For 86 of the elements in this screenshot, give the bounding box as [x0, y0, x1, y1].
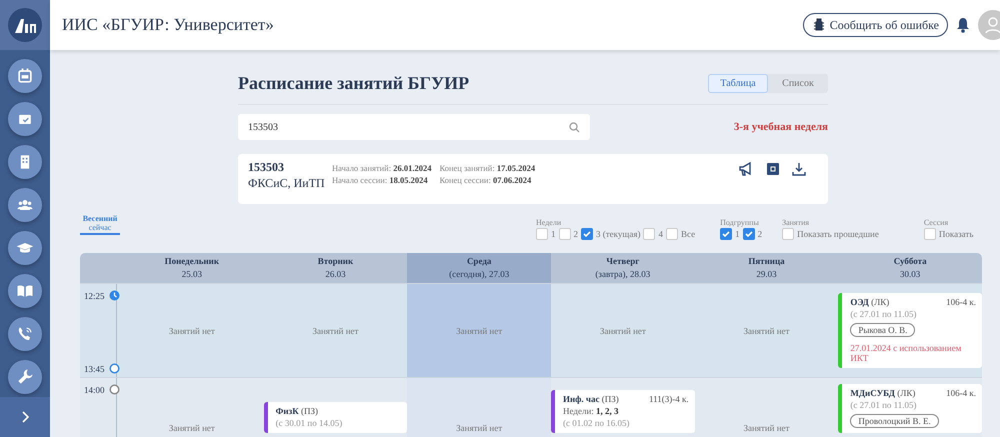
day-header: Среда (сегодня), 27.03 — [407, 253, 551, 283]
checkbox-label: 1 — [551, 229, 556, 239]
room-text: 106-4 к. — [946, 297, 976, 307]
sidebar-button[interactable] — [8, 360, 42, 394]
no-classes-text: Занятий нет — [312, 326, 358, 336]
lesson-title: Инф. час (ПЗ) — [563, 394, 619, 404]
no-classes-text: Занятий нет — [600, 326, 646, 336]
room-text: 111(3)-4 к. — [648, 394, 689, 404]
no-classes-text: Занятий нет — [456, 423, 502, 433]
lesson-title: МДиСУБД (ЛК) — [850, 388, 916, 398]
checkbox-label: 2 — [574, 229, 578, 239]
time-marker-icon — [109, 363, 120, 374]
page-title: Расписание занятий БГУИР — [238, 72, 470, 94]
checkbox-label: Показать прошедшие — [797, 229, 879, 239]
sidebar-button[interactable] — [8, 231, 42, 265]
time-label: 14:00 — [84, 384, 105, 394]
day-header: Пятница 29.03 — [694, 253, 838, 283]
date-info: Конец сессии: 07.06.2024 — [439, 175, 532, 185]
no-classes-text: Занятий нет — [456, 326, 502, 336]
checkbox[interactable] — [581, 228, 593, 240]
logo-icon — [7, 7, 43, 43]
date-range-text: (с 27.01 по 11.05) — [850, 309, 917, 319]
date-info: Конец занятий: 17.05.2024 — [439, 163, 536, 173]
checkbox-label: 4 — [658, 229, 663, 239]
checkbox-label: 1 — [735, 229, 740, 239]
checkbox[interactable] — [666, 228, 678, 240]
group-number: 153503 — [248, 160, 285, 175]
no-classes-text: Занятий нет — [168, 423, 215, 433]
lesson-card[interactable]: ОЭД (ЛК) 106-4 к. (с 27.01 по 11.05) Рыкова О. В. 27.01.2024 с использованием ИКТ — [838, 293, 982, 368]
filter-title: Недели — [536, 218, 562, 227]
teacher-tag[interactable]: Рыкова О. В. — [850, 323, 916, 337]
teacher-tag[interactable]: Проволоцкий В. Е. — [850, 414, 939, 428]
sidebar-button[interactable] — [8, 145, 42, 179]
checkbox-label: Показать — [938, 229, 974, 239]
lesson-card[interactable]: Инф. час (ПЗ) 111(3)-4 к. Недели: 1, 2, 3 (с 01.02 по 16.05) — [551, 390, 695, 433]
no-classes-text: Занятий нет — [743, 423, 790, 433]
no-classes-text: Занятий нет — [743, 326, 790, 336]
chevron-right-icon — [21, 411, 29, 423]
lesson-title: ОЭД (ЛК) — [850, 297, 890, 307]
sidebar-button[interactable] — [8, 102, 42, 136]
search-field[interactable]: 153503 — [238, 114, 590, 140]
week-label: 3-я учебная неделя — [734, 121, 828, 133]
checkbox-label: 2 — [758, 229, 762, 239]
sidebar-button[interactable] — [8, 274, 42, 308]
date-range-text: (с 30.01 по 14.05) — [276, 418, 342, 428]
view-tab[interactable]: Таблица — [708, 74, 768, 92]
day-header: Четверг (завтра), 28.03 — [551, 253, 695, 283]
weeks-text: Недели: 1, 2, 3 — [563, 406, 619, 416]
day-header: Вторник 26.03 — [264, 253, 408, 283]
day-header: Понедельник 25.03 — [120, 253, 264, 283]
sidebar-button[interactable] — [8, 59, 42, 93]
faculty-text: ФКСиС, ИиТП — [248, 175, 326, 192]
checkbox[interactable] — [924, 228, 936, 240]
lesson-title: ФизК (ПЗ) — [276, 406, 318, 416]
filter-title: Занятия — [782, 218, 810, 227]
checkbox[interactable] — [536, 228, 548, 240]
lesson-card[interactable]: МДиСУБД (ЛК) 106-4 к. (с 27.01 по 11.05) Проволоцкий В. Е. — [838, 384, 982, 433]
date-range-text: (с 27.01 по 11.05) — [850, 400, 917, 410]
checkbox[interactable] — [720, 228, 732, 240]
view-tab[interactable]: Список — [768, 74, 828, 92]
date-range-text: (с 01.02 по 16.05) — [563, 418, 630, 428]
user-icon — [985, 16, 1000, 34]
checkbox[interactable] — [643, 228, 656, 240]
download-icon[interactable] — [792, 162, 806, 176]
report-error-button[interactable]: Сообщить об ошибке — [802, 13, 948, 37]
checkbox-label: Все — [680, 229, 696, 239]
sidebar-button[interactable] — [8, 188, 42, 222]
date-info: Начало занятий: 26.01.2024 — [332, 163, 432, 173]
checkbox[interactable] — [782, 228, 794, 240]
no-classes-text: Занятий нет — [168, 326, 215, 336]
lesson-card[interactable]: ФизК (ПЗ) (с 30.01 по 14.05) — [264, 402, 408, 433]
room-text: 106-4 к. — [946, 388, 976, 398]
sidebar-button[interactable] — [8, 317, 42, 351]
checkbox[interactable] — [558, 228, 570, 240]
time-label: 12:25 — [84, 290, 105, 300]
app-title: ИИС «БГУИР: Университет» — [62, 15, 274, 35]
bell-icon[interactable] — [956, 17, 970, 33]
filter-title: Сессия — [924, 218, 950, 227]
lesson-note: 27.01.2024 с использованием ИКТ — [850, 343, 962, 363]
checkbox[interactable] — [742, 228, 755, 240]
time-label: 13:45 — [84, 364, 105, 374]
filter-title: Подгруппы — [720, 218, 760, 227]
date-info: Начало сессии: 18.05.2024 — [332, 175, 429, 185]
checkbox-label: 3 (текущая) — [596, 229, 640, 239]
search-icon[interactable] — [569, 122, 580, 132]
day-header: Суббота 30.03 — [838, 253, 982, 283]
